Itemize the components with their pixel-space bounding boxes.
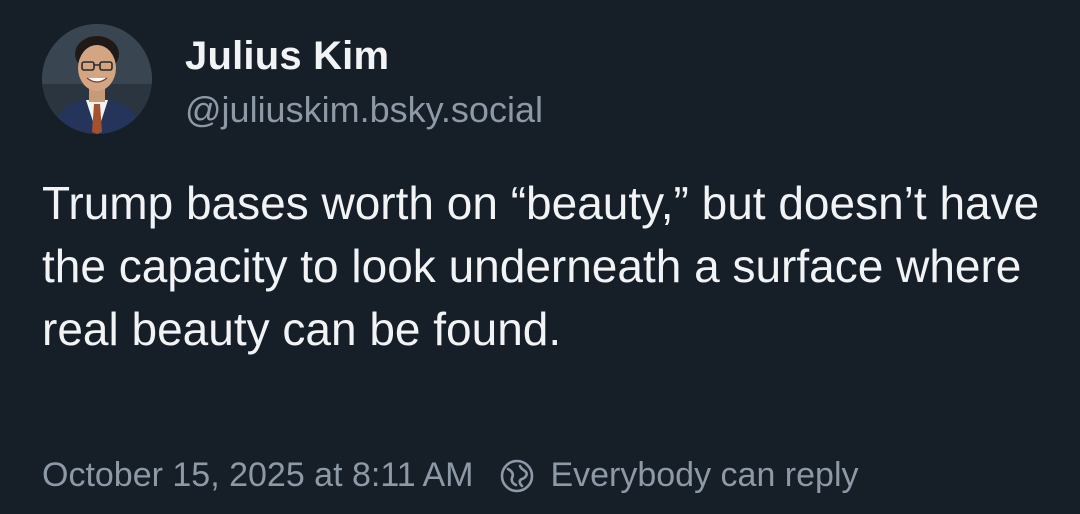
- author-block: Julius Kim @juliuskim.bsky.social: [185, 34, 543, 130]
- avatar[interactable]: [42, 24, 152, 134]
- post-card: Julius Kim @juliuskim.bsky.social Trump …: [0, 0, 1080, 514]
- author-display-name[interactable]: Julius Kim: [185, 34, 543, 78]
- author-handle[interactable]: @juliuskim.bsky.social: [185, 90, 543, 130]
- post-text: Trump bases worth on “beauty,” but doesn…: [42, 177, 1040, 355]
- avatar-photo-icon: [42, 24, 152, 134]
- post-timestamp[interactable]: October 15, 2025 at 8:11 AM: [42, 456, 473, 495]
- post-meta: October 15, 2025 at 8:11 AM Everybody ca…: [42, 456, 859, 495]
- globe-icon: [501, 459, 534, 492]
- reply-setting[interactable]: Everybody can reply: [499, 456, 859, 495]
- reply-setting-label: Everybody can reply: [550, 456, 859, 494]
